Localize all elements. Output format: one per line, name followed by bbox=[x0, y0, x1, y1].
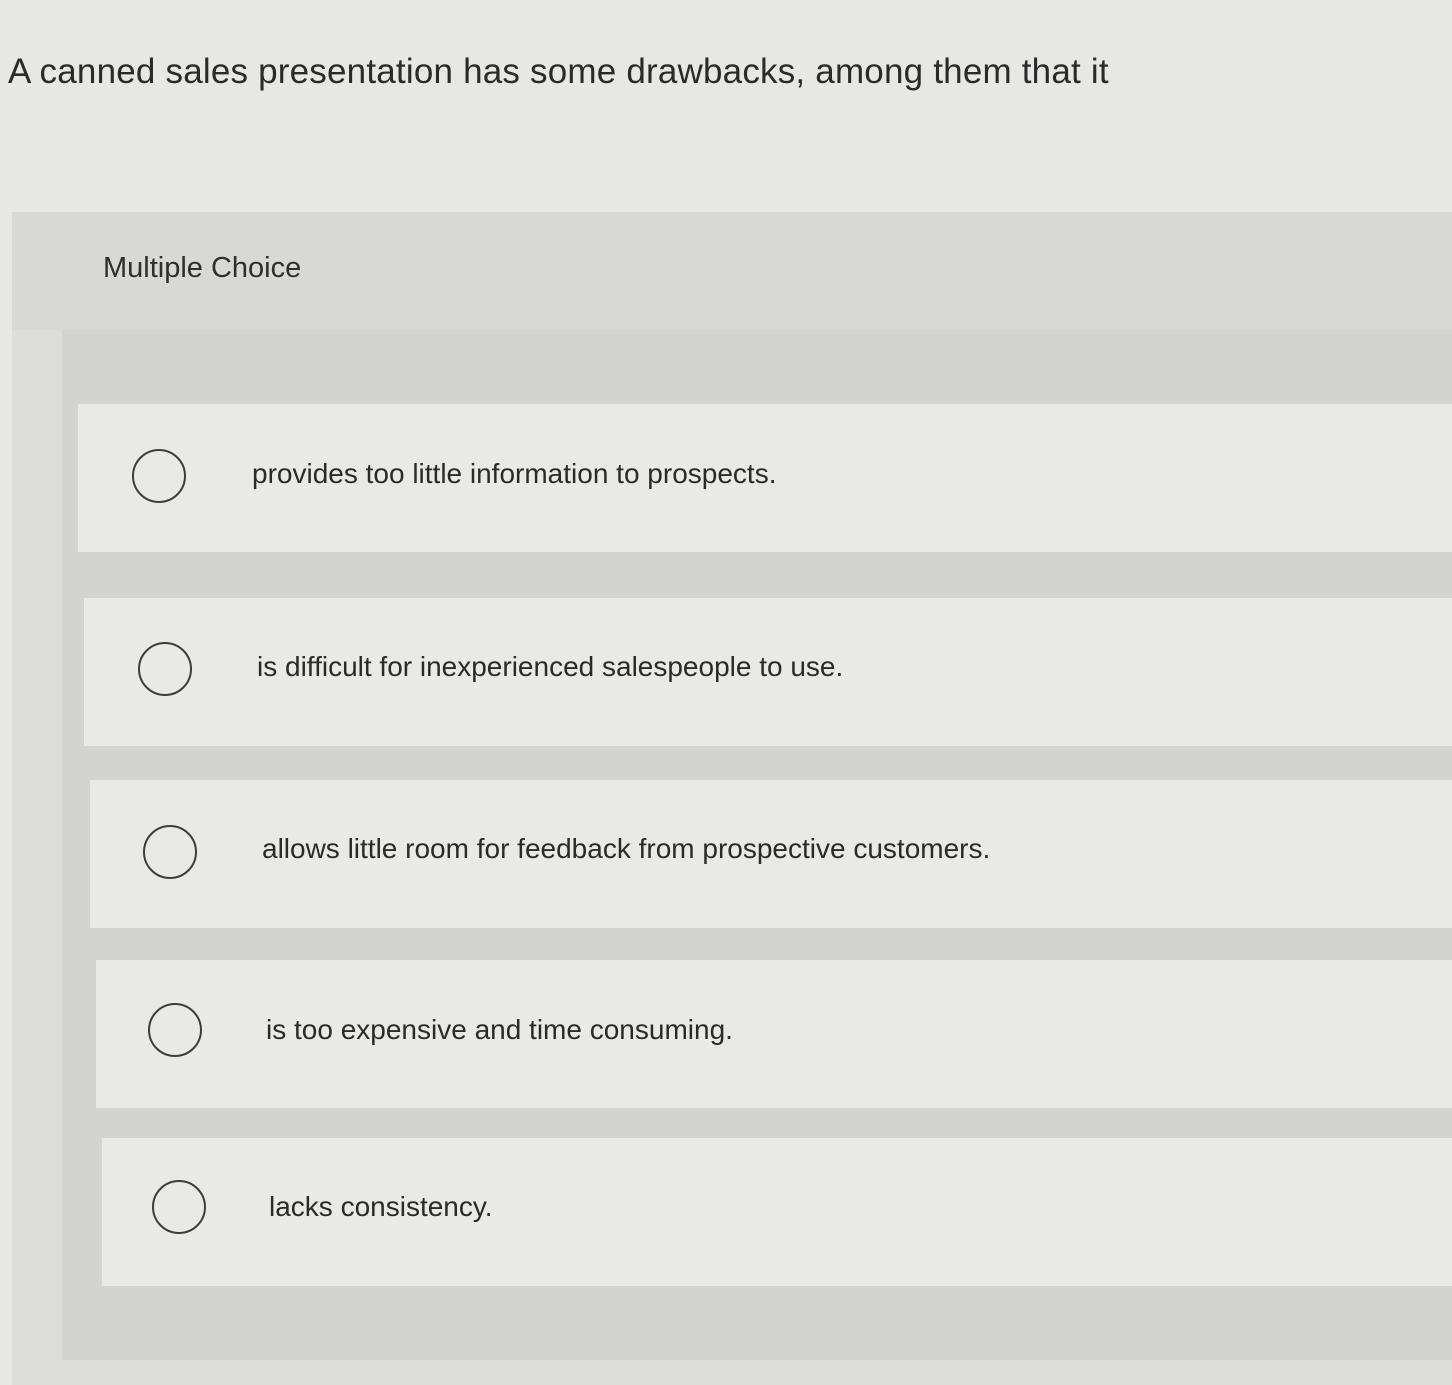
panel-header: Multiple Choice bbox=[12, 212, 1452, 330]
radio-button-1[interactable] bbox=[132, 449, 186, 503]
radio-button-5[interactable] bbox=[152, 1180, 206, 1234]
answer-option-4[interactable]: is too expensive and time consuming. bbox=[96, 960, 1452, 1108]
answer-option-2[interactable]: is difficult for inexperienced salespeop… bbox=[84, 598, 1452, 746]
answer-panel: Multiple Choice provides too little info… bbox=[12, 212, 1452, 1385]
question-type-label: Multiple Choice bbox=[103, 252, 302, 284]
answer-option-1[interactable]: provides too little information to prosp… bbox=[78, 404, 1452, 552]
radio-button-2[interactable] bbox=[138, 642, 192, 696]
answer-option-3[interactable]: allows little room for feedback from pro… bbox=[90, 780, 1452, 928]
options-list: provides too little information to prosp… bbox=[62, 330, 1452, 1360]
question-text: A canned sales presentation has some dra… bbox=[8, 52, 1109, 91]
answer-option-label-1: provides too little information to prosp… bbox=[252, 458, 777, 489]
answer-option-label-3: allows little room for feedback from pro… bbox=[262, 833, 991, 864]
answer-option-5[interactable]: lacks consistency. bbox=[102, 1138, 1452, 1286]
radio-button-3[interactable] bbox=[143, 825, 197, 879]
radio-button-4[interactable] bbox=[148, 1003, 202, 1057]
answer-option-label-2: is difficult for inexperienced salespeop… bbox=[257, 651, 844, 682]
answer-option-label-5: lacks consistency. bbox=[269, 1191, 493, 1222]
answer-option-label-4: is too expensive and time consuming. bbox=[266, 1014, 733, 1045]
